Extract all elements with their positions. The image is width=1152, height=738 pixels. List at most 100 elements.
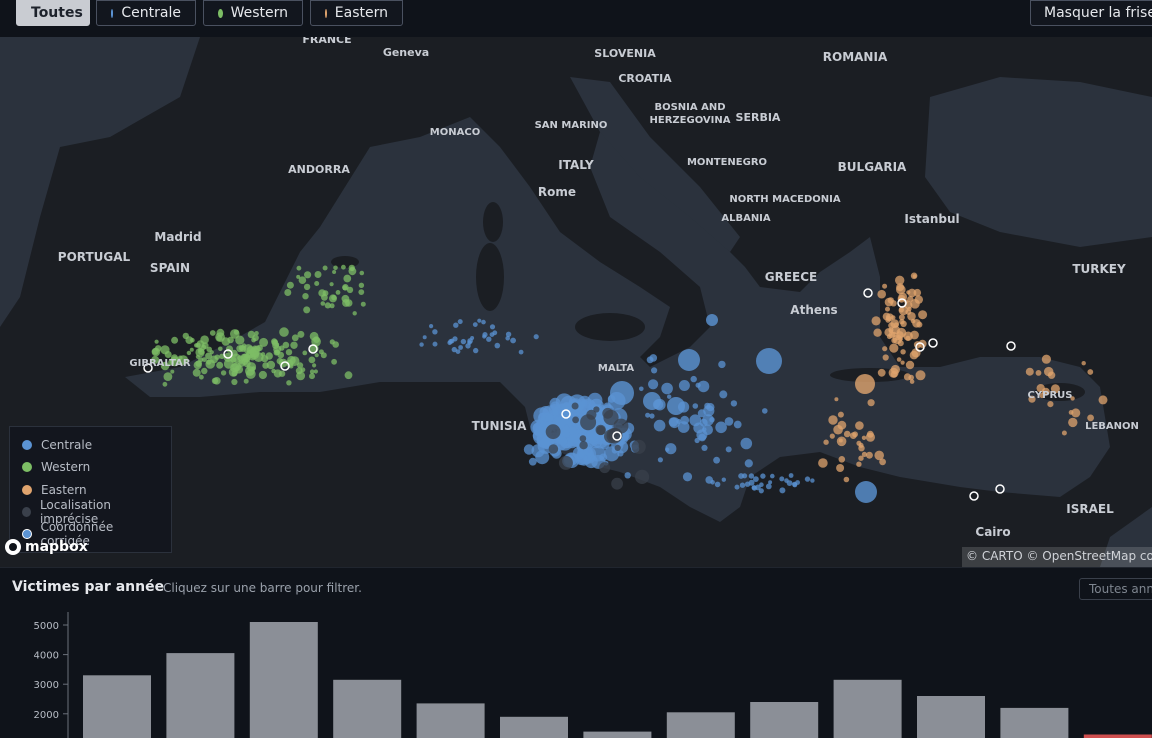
incident-point[interactable] [473,322,478,327]
incident-point[interactable] [309,373,315,379]
year-bar[interactable] [500,717,568,738]
incident-point[interactable] [635,470,649,484]
incident-point[interactable] [889,344,898,353]
incident-point[interactable] [611,478,623,490]
incident-point[interactable] [850,432,857,439]
incident-point[interactable] [343,275,351,283]
incident-point[interactable] [872,316,881,325]
incident-point[interactable] [904,332,913,341]
incident-point[interactable] [877,290,886,299]
incident-point[interactable] [216,362,223,369]
incident-point[interactable] [465,343,470,348]
incident-point[interactable] [286,349,292,355]
incident-point[interactable] [759,482,764,487]
incident-point[interactable] [899,307,904,312]
incident-point[interactable] [885,307,890,312]
incident-point[interactable] [342,299,350,307]
incident-point[interactable] [519,350,524,355]
incident-point[interactable] [913,274,917,278]
incident-point[interactable] [916,370,926,380]
incident-point[interactable] [350,267,355,272]
incident-point[interactable] [858,443,863,448]
incident-point[interactable] [321,352,327,358]
incident-point[interactable] [661,383,673,395]
incident-point[interactable] [898,337,903,342]
incident-point[interactable] [908,289,917,298]
incident-point[interactable] [873,329,881,337]
incident-point[interactable] [329,294,337,302]
incident-point[interactable] [579,441,587,449]
incident-point[interactable] [505,336,510,341]
map[interactable]: FRANCEGenevaSLOVENIAROMANIACROATIABOSNIA… [0,37,1152,567]
incident-point[interactable] [779,487,785,493]
incident-point-large[interactable] [610,381,634,405]
incident-point[interactable] [651,367,657,373]
incident-point[interactable] [199,375,204,380]
incident-point[interactable] [309,357,316,364]
filter-centrale-button[interactable]: Centrale [96,0,196,26]
incident-point[interactable] [910,379,915,384]
incident-point[interactable] [262,362,269,369]
incident-point[interactable] [695,438,700,443]
incident-point[interactable] [152,348,159,355]
incident-point[interactable] [580,414,596,430]
incident-point[interactable] [862,452,867,457]
incident-point[interactable] [419,342,423,346]
incident-point[interactable] [195,360,202,367]
incident-point[interactable] [206,347,212,353]
incident-point[interactable] [341,265,346,270]
incident-point[interactable] [492,330,497,335]
incident-point[interactable] [274,350,280,356]
incident-point[interactable] [274,369,282,377]
incident-point[interactable] [224,359,234,369]
incident-point[interactable] [333,266,338,271]
incident-point[interactable] [1036,370,1042,376]
incident-point[interactable] [495,343,501,349]
incident-point[interactable] [900,321,906,327]
incident-point[interactable] [572,403,579,410]
map-canvas[interactable]: FRANCEGenevaSLOVENIAROMANIACROATIABOSNIA… [0,37,1152,567]
incident-point[interactable] [1044,367,1053,376]
incident-point[interactable] [897,357,902,362]
incident-point[interactable] [486,337,491,342]
incident-point[interactable] [768,480,772,484]
incident-point[interactable] [297,331,304,338]
incident-point[interactable] [257,345,263,351]
incident-point[interactable] [297,266,302,271]
incident-point[interactable] [1062,431,1067,436]
victims-bar-chart[interactable]: 2000300040005000 [0,568,1152,738]
incident-point[interactable] [206,360,211,365]
incident-point[interactable] [784,478,789,483]
incident-point[interactable] [1099,395,1108,404]
incident-point[interactable] [331,359,337,365]
incident-point[interactable] [284,289,291,296]
incident-point[interactable] [741,438,753,450]
incident-point[interactable] [1047,401,1053,407]
incident-point[interactable] [286,380,291,385]
incident-point[interactable] [244,379,249,384]
incident-point[interactable] [572,417,579,424]
incident-point[interactable] [461,339,466,344]
incident-point[interactable] [779,476,784,481]
incident-point[interactable] [874,451,884,461]
incident-point[interactable] [878,369,886,377]
incident-point[interactable] [706,403,714,411]
incident-point[interactable] [599,462,610,473]
incident-point[interactable] [310,332,319,341]
incident-point[interactable] [234,330,239,335]
incident-point[interactable] [251,366,255,370]
incident-point[interactable] [279,327,289,337]
incident-point[interactable] [458,319,463,324]
incident-point[interactable] [359,283,364,288]
incident-point[interactable] [185,336,193,344]
incident-point[interactable] [838,412,844,418]
incident-point[interactable] [742,473,747,478]
incident-point[interactable] [766,484,772,490]
year-bar[interactable] [667,712,735,738]
incident-point[interactable] [649,413,654,418]
incident-point[interactable] [304,284,310,290]
incident-point-large[interactable] [643,392,661,410]
incident-point[interactable] [259,371,267,379]
incident-point[interactable] [734,421,742,429]
incident-point[interactable] [760,473,765,478]
